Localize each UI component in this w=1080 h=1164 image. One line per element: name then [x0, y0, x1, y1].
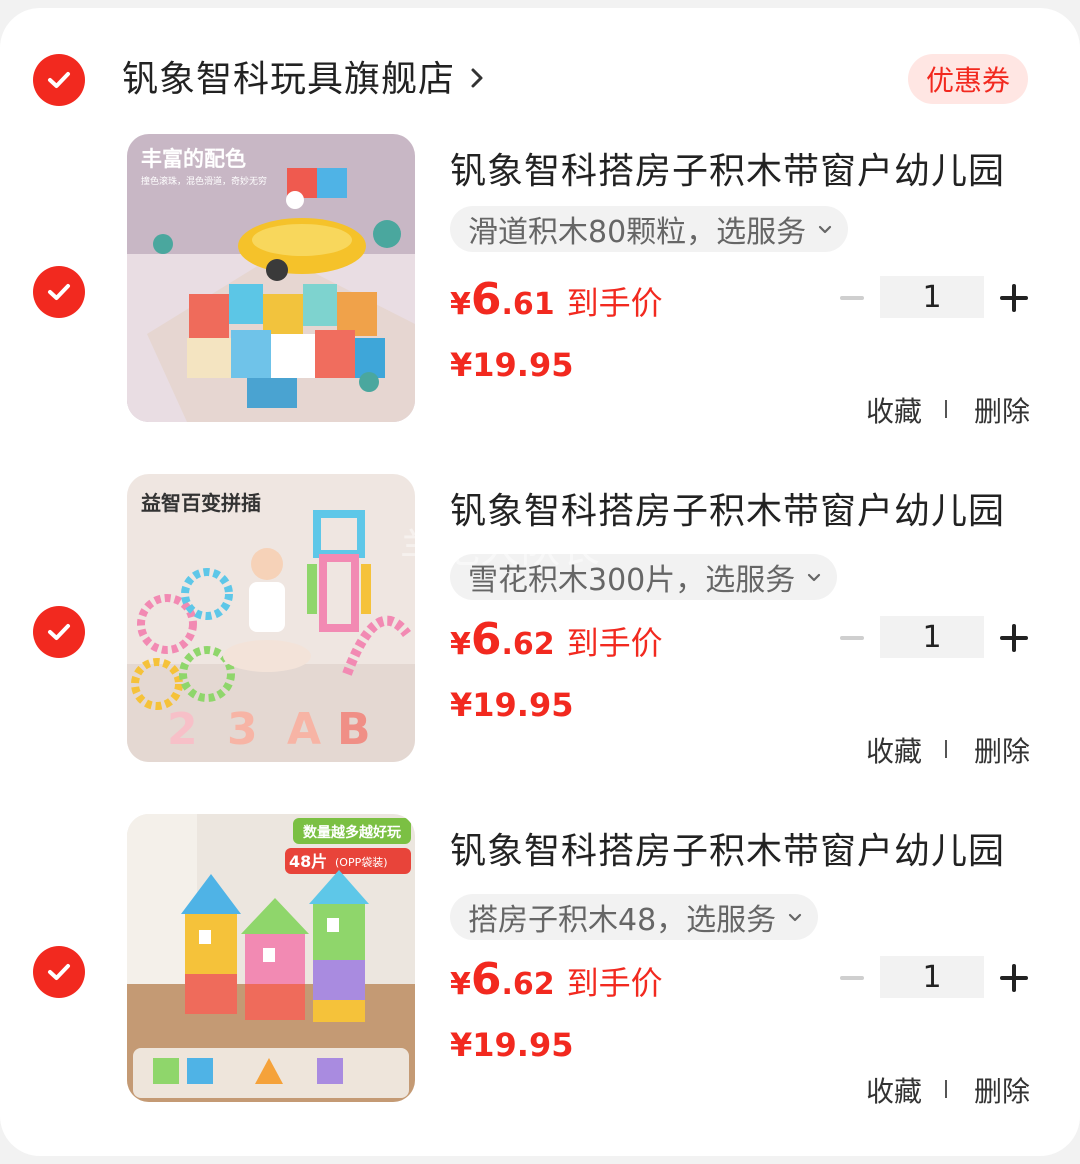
deal-price-decimal: .61 — [501, 287, 555, 322]
svg-text:3: 3 — [227, 704, 258, 755]
image-caption: 丰富的配色 — [141, 147, 246, 171]
sku-selector[interactable]: 搭房子积木48，选服务 — [450, 894, 819, 940]
svg-text:A: A — [287, 704, 321, 755]
product-title[interactable]: 钒象智科搭房子积木带窗户幼儿园 — [450, 822, 1005, 874]
quantity-input[interactable]: 1 — [880, 956, 984, 998]
plus-icon[interactable] — [1000, 624, 1028, 652]
favorite-button[interactable]: 收藏 — [866, 730, 922, 770]
sku-label: 雪花积木300片，选服务 — [468, 563, 796, 598]
shop-select-check-icon[interactable] — [33, 54, 85, 106]
image-caption: 益智百变拼插 — [141, 491, 261, 515]
deal-price-integer: 6 — [470, 274, 502, 325]
image-subcaption: 撞色滚珠，混色滑道，奇妙无穷 — [141, 175, 267, 187]
plus-icon[interactable] — [1000, 964, 1028, 992]
item-select-check-icon[interactable] — [33, 266, 85, 318]
product-title[interactable]: 钒象智科搭房子积木带窗户幼儿园 — [450, 142, 1005, 194]
item-select-check-icon[interactable] — [33, 606, 85, 658]
deal-price-decimal: .62 — [501, 967, 555, 1002]
deal-price-currency: ¥ — [450, 287, 471, 322]
chevron-down-icon — [808, 573, 821, 582]
quantity-input[interactable]: 1 — [880, 616, 984, 658]
product-image[interactable]: 丰富的配色 撞色滚珠，混色滑道，奇妙无穷 — [127, 134, 415, 422]
sku-label: 搭房子积木48，选服务 — [468, 903, 777, 938]
action-divider — [945, 1080, 947, 1098]
deal-price-currency: ¥ — [450, 627, 471, 662]
deal-price-label: 到手价 — [566, 624, 663, 662]
deal-price: ¥ 6 .61 到手价 — [450, 274, 663, 325]
minus-icon[interactable] — [840, 296, 864, 300]
item-select-check-icon[interactable] — [33, 946, 85, 998]
quantity-input[interactable]: 1 — [880, 276, 984, 318]
sku-selector[interactable]: 雪花积木300片，选服务 — [450, 554, 838, 600]
chevron-right-icon[interactable] — [468, 64, 488, 92]
sku-selector[interactable]: 滑道积木80颗粒，选服务 — [450, 206, 849, 252]
deal-price-integer: 6 — [470, 614, 502, 665]
original-price: ¥19.95 — [450, 346, 574, 384]
shop-cart-card: 钒象智科玩具旗舰店 优惠券 丰富的配色 撞色滚珠，混色滑道，奇妙无穷 钒象智科搭… — [0, 8, 1080, 1156]
sku-label: 滑道积木80颗粒，选服务 — [468, 215, 807, 250]
chevron-down-icon — [819, 225, 832, 234]
deal-price-decimal: .62 — [501, 627, 555, 662]
deal-price-integer: 6 — [470, 954, 502, 1005]
action-divider — [945, 400, 947, 418]
action-divider — [945, 740, 947, 758]
deal-price-label: 到手价 — [566, 964, 663, 1002]
product-image[interactable]: 数量越多越好玩 48片 (OPP袋装) — [127, 814, 415, 1102]
favorite-button[interactable]: 收藏 — [866, 1070, 922, 1110]
product-title[interactable]: 钒象智科搭房子积木带窗户幼儿园 — [450, 482, 1005, 534]
delete-button[interactable]: 删除 — [974, 1070, 1030, 1110]
svg-text:2: 2 — [167, 704, 198, 755]
image-badge-note: (OPP袋装) — [335, 855, 388, 869]
svg-text:B: B — [337, 704, 371, 755]
deal-price: ¥ 6 .62 到手价 — [450, 614, 663, 665]
image-caption: 数量越多越好玩 — [303, 824, 401, 841]
deal-price-currency: ¥ — [450, 967, 471, 1002]
minus-icon[interactable] — [840, 636, 864, 640]
original-price: ¥19.95 — [450, 686, 574, 724]
delete-button[interactable]: 删除 — [974, 390, 1030, 430]
deal-price-label: 到手价 — [566, 284, 663, 322]
plus-icon[interactable] — [1000, 284, 1028, 312]
product-image[interactable]: 益智百变拼插 3 A B 2 — [127, 474, 415, 762]
deal-price: ¥ 6 .62 到手价 — [450, 954, 663, 1005]
minus-icon[interactable] — [840, 976, 864, 980]
chevron-down-icon — [789, 913, 802, 922]
delete-button[interactable]: 删除 — [974, 730, 1030, 770]
favorite-button[interactable]: 收藏 — [866, 390, 922, 430]
shop-name[interactable]: 钒象智科玩具旗舰店 — [122, 50, 455, 102]
image-badge: 48片 — [289, 852, 327, 871]
original-price: ¥19.95 — [450, 1026, 574, 1064]
coupon-button[interactable]: 优惠券 — [908, 54, 1028, 104]
